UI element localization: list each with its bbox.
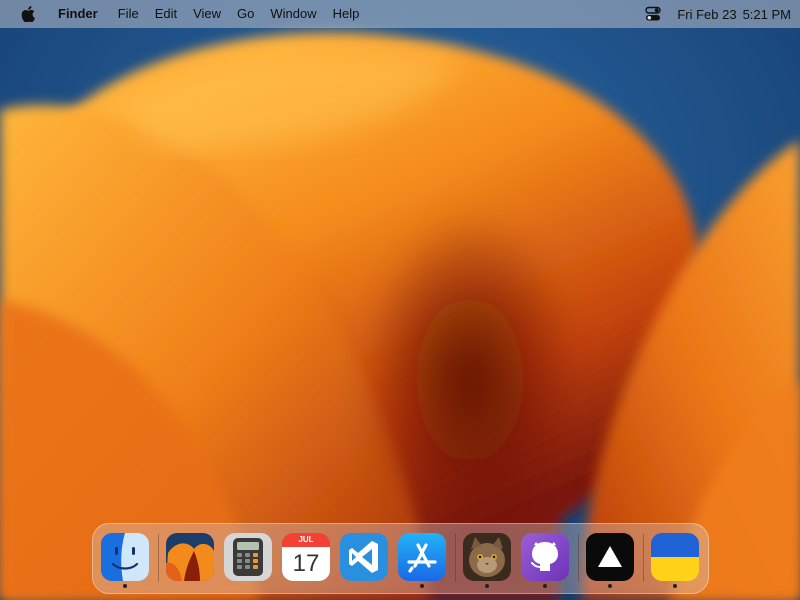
- menu-view[interactable]: View: [193, 0, 221, 28]
- menu-bar: Finder File Edit View Go Window Help Fri…: [0, 0, 800, 28]
- finder-app-icon[interactable]: [101, 533, 149, 581]
- apple-logo-icon[interactable]: [20, 5, 36, 23]
- app-store-running-indicator: [420, 584, 424, 588]
- menu-help[interactable]: Help: [333, 0, 360, 28]
- cat-photo-app-icon[interactable]: [463, 533, 511, 581]
- dock-divider: [643, 534, 644, 582]
- menu-clock[interactable]: Fri Feb 23 5:21 PM: [677, 7, 791, 22]
- dock-divider: [578, 534, 579, 582]
- triangle-app-icon[interactable]: [586, 533, 634, 581]
- calendar-app-icon[interactable]: JUL 17: [282, 533, 330, 581]
- dock-divider: [158, 534, 159, 582]
- ukraine-flag-app-icon[interactable]: [651, 533, 699, 581]
- calendar-month: JUL: [282, 533, 330, 547]
- menu-bar-extras: Fri Feb 23 5:21 PM: [645, 0, 800, 28]
- github-running-indicator: [543, 584, 547, 588]
- triangle-app-running-indicator: [608, 584, 612, 588]
- menu-go[interactable]: Go: [237, 0, 254, 28]
- menu-app-name[interactable]: Finder: [58, 0, 98, 28]
- vscode-app-icon[interactable]: [340, 533, 388, 581]
- menu-window[interactable]: Window: [270, 0, 316, 28]
- wallpaper-app-icon[interactable]: [166, 533, 214, 581]
- ukraine-flag-running-indicator: [673, 584, 677, 588]
- menu-file[interactable]: File: [118, 0, 139, 28]
- dock: JUL 17: [92, 523, 709, 594]
- dock-divider: [455, 534, 456, 582]
- calculator-app-icon[interactable]: [224, 533, 272, 581]
- control-center-icon[interactable]: [645, 6, 662, 22]
- app-store-icon[interactable]: [398, 533, 446, 581]
- clock-time: 5:21 PM: [742, 6, 791, 22]
- calendar-day: 17: [282, 547, 330, 581]
- clock-date: Fri Feb 23: [677, 6, 737, 22]
- cat-photo-running-indicator: [485, 584, 489, 588]
- finder-running-indicator: [123, 584, 127, 588]
- github-app-icon[interactable]: [521, 533, 569, 581]
- desktop[interactable]: Finder File Edit View Go Window Help Fri…: [0, 0, 800, 600]
- menu-edit[interactable]: Edit: [155, 0, 177, 28]
- wallpaper: [0, 0, 800, 600]
